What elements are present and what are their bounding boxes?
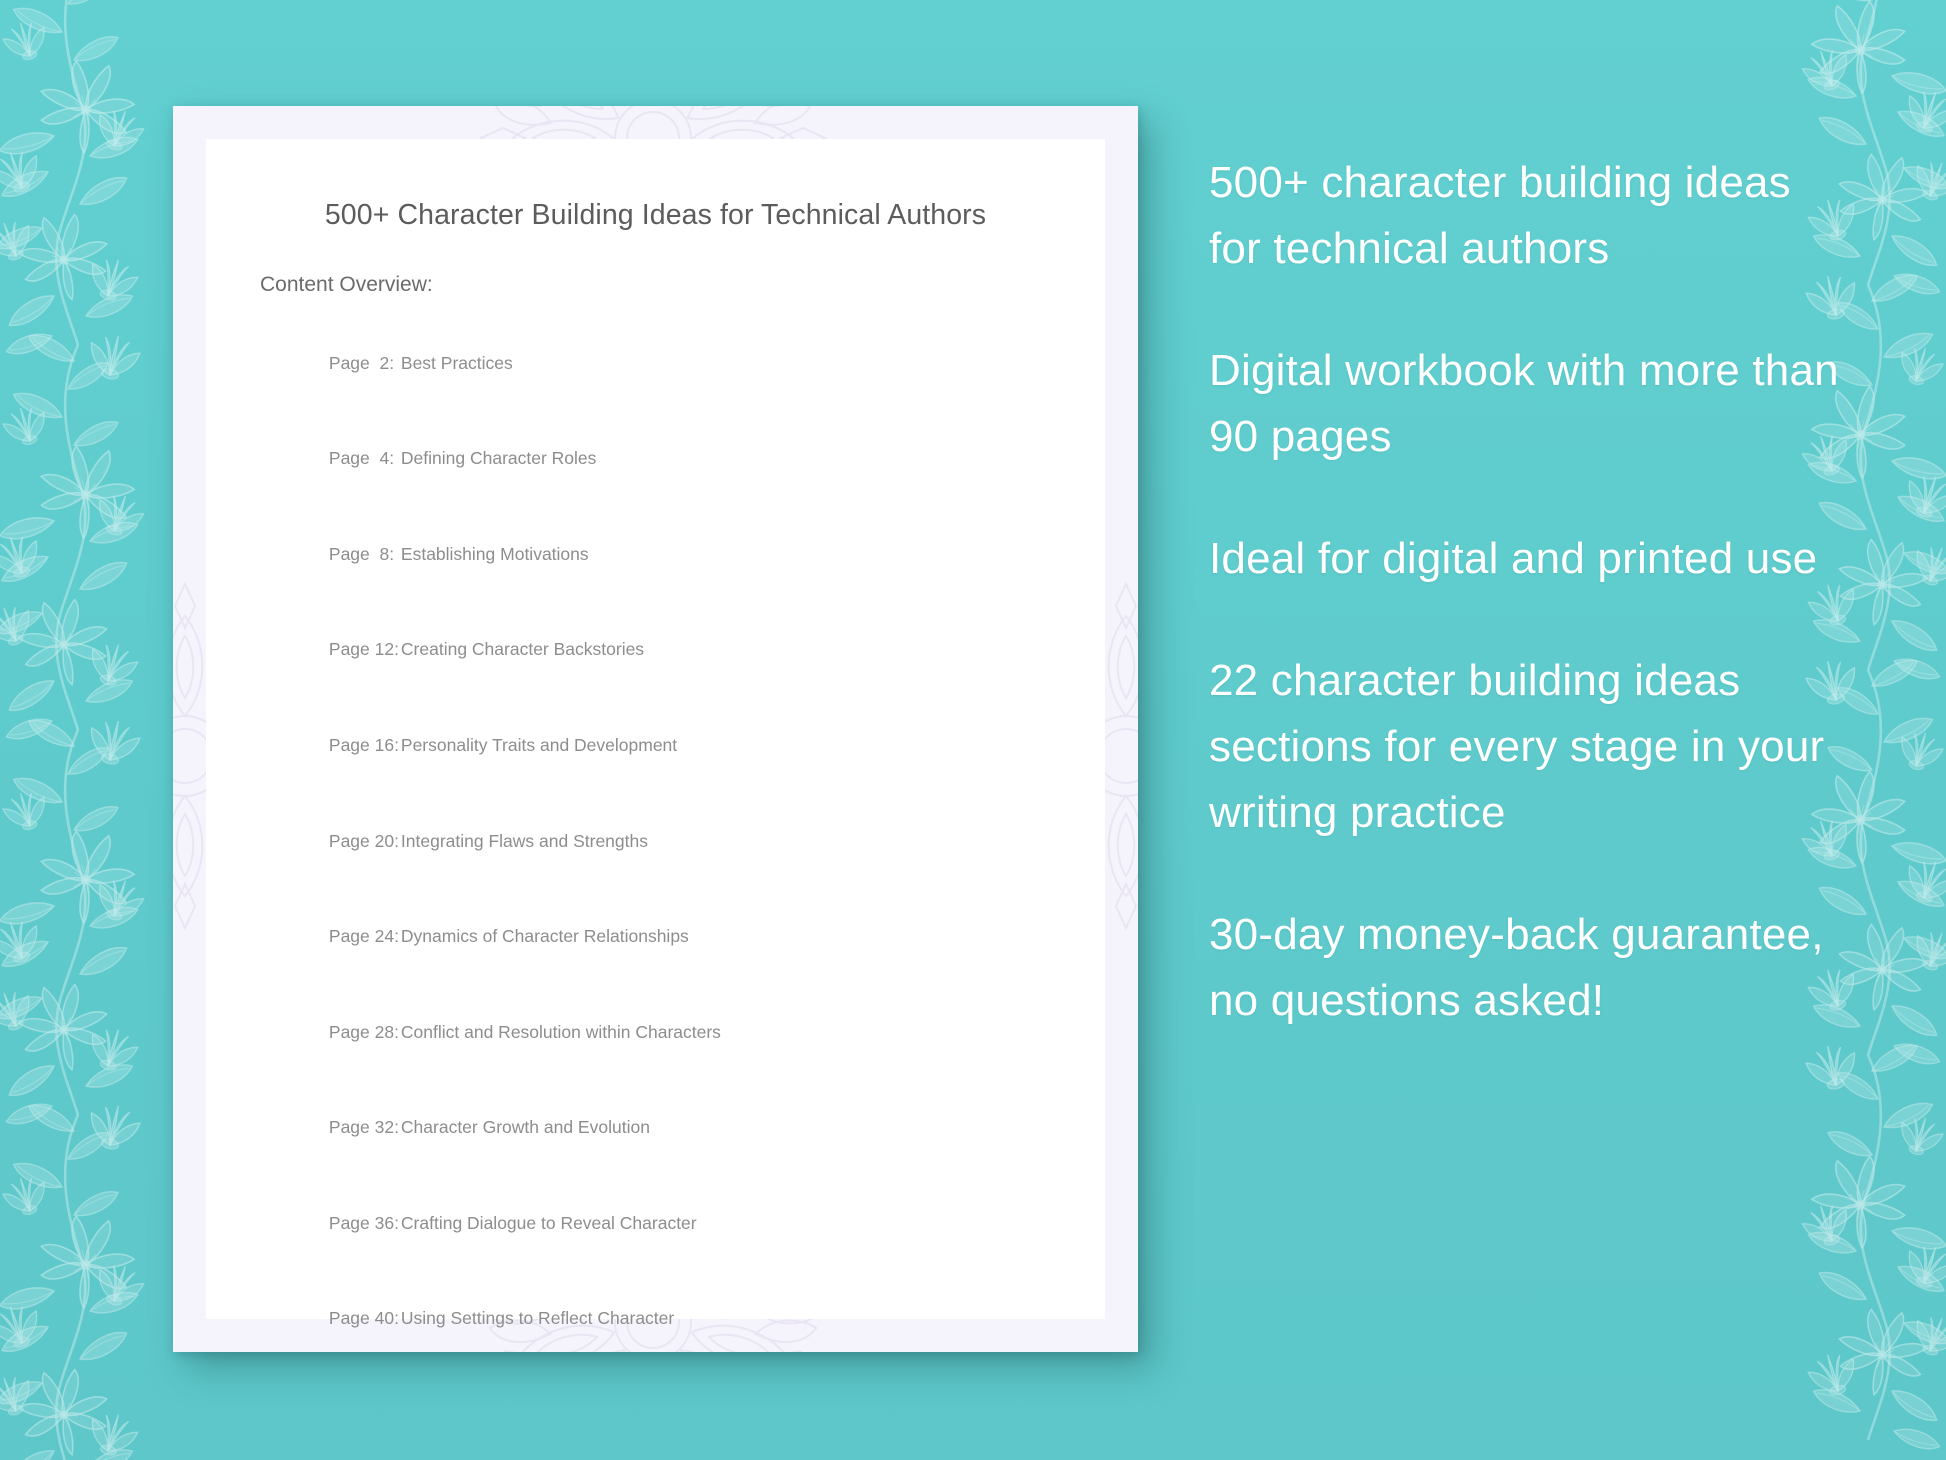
workbook-sheet: 500+ Character Building Ideas for Techni… xyxy=(206,139,1105,1328)
toc-page-number: Page 24: xyxy=(328,926,399,947)
toc-row: Page 16: Personality Traits and Developme… xyxy=(290,698,1105,794)
toc-row: Page 8: Establishing Motivations xyxy=(290,507,1105,603)
marketing-bullet: Digital workbook with more than 90 pages xyxy=(1209,346,1839,461)
table-of-contents: Page 2: Best Practices Page 4: Defining Ch… xyxy=(290,316,1105,1352)
toc-page-number: Page 28: xyxy=(328,1021,399,1042)
toc-row: Page 24: Dynamics of Character Relationsh… xyxy=(290,889,1105,985)
marketing-bullet: 30-day money-back guarantee, no question… xyxy=(1209,910,1824,1025)
toc-row: Page 32: Character Growth and Evolution xyxy=(290,1080,1105,1176)
workbook-page-card: 500+ Character Building Ideas for Techni… xyxy=(173,106,1138,1352)
toc-row: Page 36: Crafting Dialogue to Reveal Char… xyxy=(290,1176,1105,1272)
toc-page-number: Page 12: xyxy=(328,639,399,660)
toc-topic: Creating Character Backstories xyxy=(400,639,645,660)
toc-page-number: Page 16: xyxy=(328,734,399,755)
toc-page-number: Page 4: xyxy=(328,448,395,469)
toc-topic: Crafting Dialogue to Reveal Character xyxy=(400,1212,697,1233)
toc-topic: Best Practices xyxy=(400,352,513,373)
toc-topic: Establishing Motivations xyxy=(400,543,589,564)
toc-row: Page 4: Defining Character Roles xyxy=(290,412,1105,508)
marketing-bullets: 500+ character building ideas for techni… xyxy=(1209,150,1849,1034)
page-title: 500+ Character Building Ideas for Techni… xyxy=(324,199,987,231)
toc-topic: Dynamics of Character Relationships xyxy=(400,926,689,947)
toc-page-number: Page 8: xyxy=(328,543,395,564)
toc-row: Page 20: Integrating Flaws and Strengths xyxy=(290,794,1105,890)
toc-page-number: Page 20: xyxy=(328,830,399,851)
toc-row: Page 28: Conflict and Resolution within C… xyxy=(290,985,1105,1081)
toc-row: Page 12: Creating Character Backstories xyxy=(290,603,1105,699)
content-overview-label: Content Overview: xyxy=(260,273,433,296)
toc-page-number: Page 32: xyxy=(328,1117,399,1138)
toc-topic: Conflict and Resolution within Character… xyxy=(400,1021,721,1042)
toc-page-number: Page 2: xyxy=(328,352,395,373)
toc-topic: Character Growth and Evolution xyxy=(400,1117,650,1138)
marketing-bullet: 500+ character building ideas for techni… xyxy=(1209,158,1791,273)
marketing-bullet: 22 character building ideas sections for… xyxy=(1209,656,1825,837)
toc-topic: Using Settings to Reflect Character xyxy=(400,1308,675,1329)
toc-topic: Defining Character Roles xyxy=(400,448,597,469)
toc-page-number: Page 36: xyxy=(328,1212,399,1233)
toc-topic: Integrating Flaws and Strengths xyxy=(400,830,648,851)
toc-row: Page 2: Best Practices xyxy=(290,316,1105,412)
toc-row: Page 40: Using Settings to Reflect Charac… xyxy=(290,1271,1105,1352)
marketing-bullet: Ideal for digital and printed use xyxy=(1209,534,1818,583)
toc-topic: Personality Traits and Development xyxy=(400,734,678,755)
toc-page-number: Page 40: xyxy=(328,1308,399,1329)
